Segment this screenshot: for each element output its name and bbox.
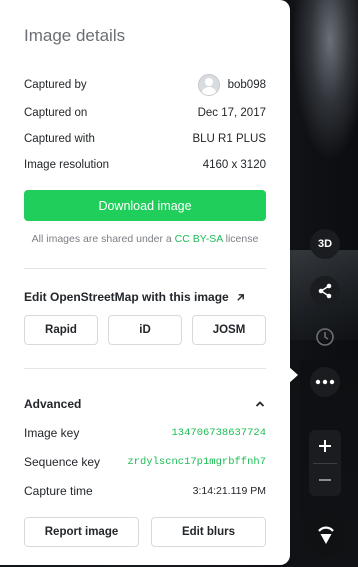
user-link[interactable]: bob098	[197, 74, 266, 96]
advanced-row-image-key: Image key 134706738637724	[24, 423, 266, 443]
advanced-label: Image key	[24, 426, 80, 440]
advanced-row-capture-time: Capture time 3:14:21.119 PM	[24, 481, 266, 501]
panel-pointer	[288, 366, 298, 384]
license-link[interactable]: CC BY-SA	[175, 233, 223, 245]
report-image-button[interactable]: Report image	[24, 517, 139, 547]
minus-icon	[319, 479, 331, 481]
chevron-up-icon[interactable]	[254, 398, 266, 410]
more-icon	[315, 379, 335, 385]
osm-heading-label: Edit OpenStreetMap with this image	[24, 290, 229, 304]
osm-edit-heading: Edit OpenStreetMap with this image	[24, 290, 246, 304]
more-options-button[interactable]	[310, 367, 340, 397]
advanced-label: Capture time	[24, 484, 93, 498]
detail-row-captured-on: Captured on Dec 17, 2017	[24, 103, 266, 123]
external-link-icon	[236, 293, 244, 301]
username[interactable]: bob098	[228, 79, 266, 91]
license-prefix: All images are shared under a	[31, 233, 175, 245]
license-suffix: license	[222, 233, 259, 245]
3d-label: 3D	[317, 238, 333, 250]
image-details-panel: Image details Captured by bob098 Capture…	[0, 0, 290, 565]
panel-title: Image details	[24, 26, 126, 45]
zoom-controls	[309, 430, 341, 496]
detail-label: Captured by	[24, 79, 87, 91]
download-image-button[interactable]: Download image	[24, 190, 266, 221]
josm-editor-button[interactable]: JOSM	[192, 315, 266, 345]
osm-editor-buttons: Rapid iD JOSM	[24, 315, 266, 347]
divider	[24, 368, 266, 369]
zoom-out-button[interactable]	[309, 464, 341, 496]
detail-label: Image resolution	[24, 159, 110, 171]
detail-value: BLU R1 PLUS	[192, 133, 266, 145]
image-key-link[interactable]: 134706738637724	[171, 427, 266, 439]
history-button[interactable]	[310, 322, 340, 352]
advanced-toggle[interactable]: Advanced	[24, 394, 266, 414]
divider	[24, 268, 266, 269]
panel-actions: Report image Edit blurs	[24, 517, 266, 549]
avatar	[197, 74, 220, 96]
plus-icon	[319, 440, 331, 452]
compass-button[interactable]	[306, 516, 346, 556]
zoom-in-button[interactable]	[309, 430, 341, 462]
advanced-row-sequence-key: Sequence key zrdylscnc17p1mgrbffnh7	[24, 452, 266, 472]
detail-label: Captured on	[24, 107, 88, 119]
advanced-heading: Advanced	[24, 397, 82, 411]
3d-toggle-button[interactable]: 3D	[310, 229, 340, 259]
compass-icon	[318, 526, 334, 544]
detail-row-resolution: Image resolution 4160 x 3120	[24, 155, 266, 175]
sequence-key-link[interactable]: zrdylscnc17p1mgrbffnh7	[127, 456, 266, 468]
id-editor-button[interactable]: iD	[108, 315, 182, 345]
detail-value: Dec 17, 2017	[197, 107, 266, 119]
detail-row-captured-by: Captured by bob098	[24, 74, 266, 96]
edit-blurs-button[interactable]: Edit blurs	[151, 517, 266, 547]
advanced-label: Sequence key	[24, 455, 101, 469]
history-icon	[316, 328, 334, 346]
detail-value: 4160 x 3120	[202, 159, 266, 171]
license-text: All images are shared under a CC BY-SA l…	[24, 233, 266, 245]
share-icon	[318, 283, 332, 299]
share-button[interactable]	[310, 276, 340, 306]
detail-row-captured-with: Captured with BLU R1 PLUS	[24, 129, 266, 149]
detail-label: Captured with	[24, 133, 95, 145]
capture-time-value: 3:14:21.119 PM	[192, 485, 266, 497]
rapid-editor-button[interactable]: Rapid	[24, 315, 98, 345]
